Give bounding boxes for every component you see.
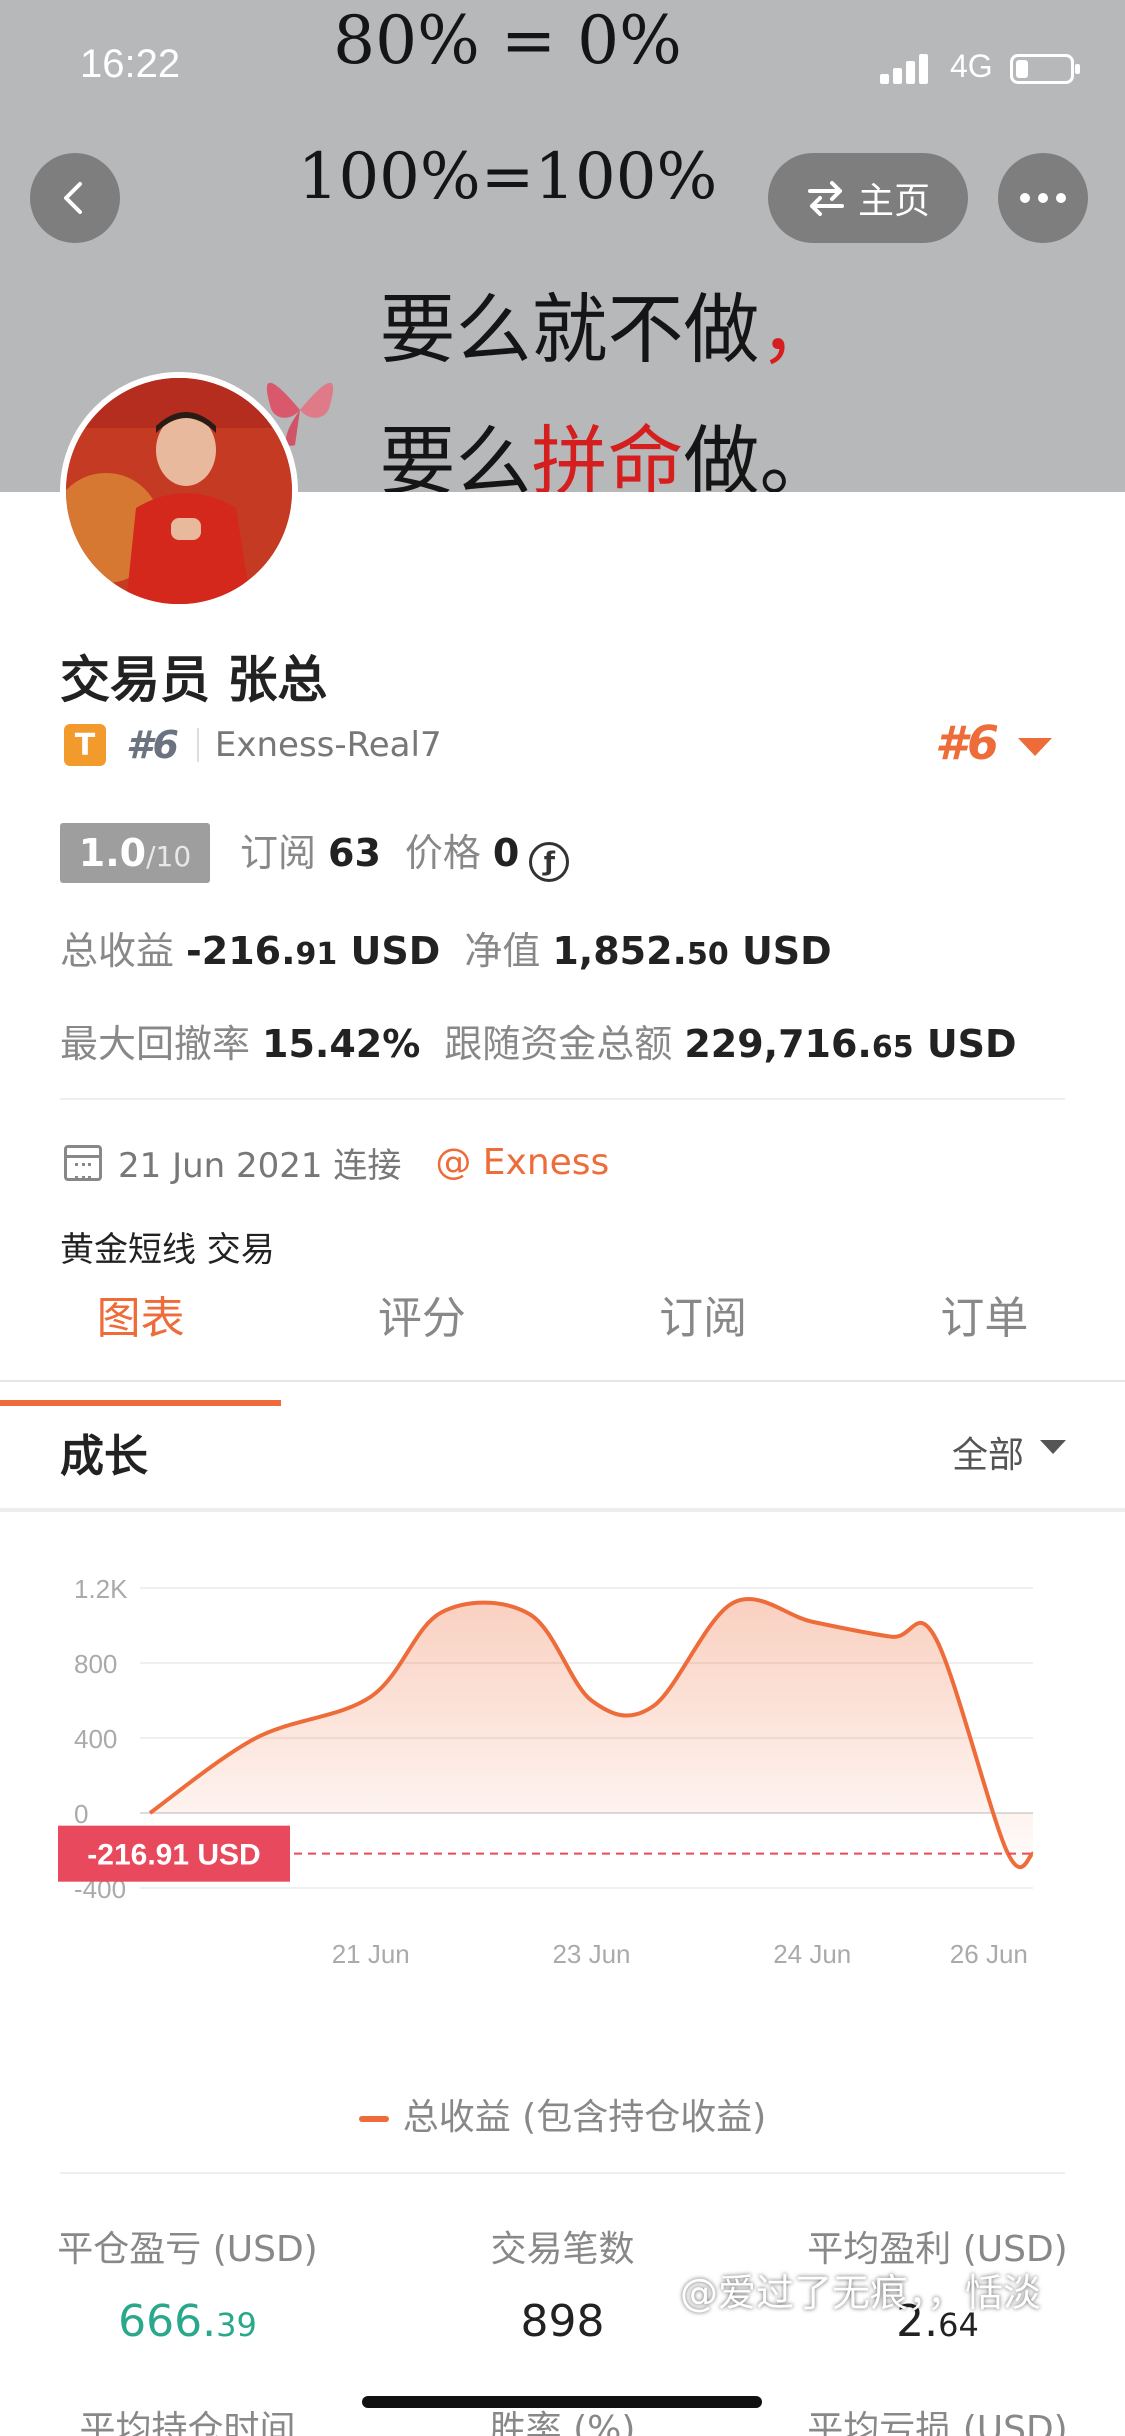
tab-chart[interactable]: 图表	[0, 1282, 282, 1406]
stats-row-score: 1.0/10 订阅 63 价格 0 ƒ	[60, 822, 570, 883]
connect-date: 21 Jun 2021 连接	[118, 1146, 402, 1186]
caret-down-icon[interactable]	[1018, 738, 1052, 756]
back-button[interactable]	[30, 153, 120, 243]
x-tick-label: 26 Jun	[950, 1939, 1028, 1969]
growth-title: 成长	[60, 1431, 148, 1482]
summary-divider	[60, 2172, 1065, 2174]
rank-label: #6	[126, 723, 179, 767]
y-tick-label: 0	[74, 1799, 88, 1829]
chevron-left-icon	[64, 182, 82, 214]
tag-divider	[196, 728, 199, 762]
coin-icon: ƒ	[529, 842, 570, 882]
connect-info: 21 Jun 2021 连接 @ Exness	[64, 1138, 609, 1187]
total-profit-unit: USD	[350, 929, 441, 973]
closed-pnl-value: 666.39	[0, 2296, 375, 2347]
more-button[interactable]	[998, 153, 1088, 243]
network-type: 4G	[950, 48, 993, 84]
price-value: 0	[492, 831, 520, 875]
follow-funds-unit: USD	[926, 1022, 1017, 1066]
growth-chart: 1.2K8004000-400-216.91 USD21 Jun 23 Jun 24…	[58, 1574, 1035, 1969]
tab-subscribe[interactable]: 订阅	[563, 1282, 844, 1380]
signal-icon	[880, 52, 936, 84]
follow-funds-main: 229,716.	[684, 1022, 872, 1066]
avatar-image	[66, 378, 292, 604]
trade-count-main: 898	[520, 2296, 605, 2347]
y-tick-label: 1.2K	[74, 1574, 128, 1604]
y-tick-label: 400	[74, 1724, 117, 1754]
total-profit-main: -216.	[186, 929, 296, 973]
follow-funds-value: 229,716.65 USD	[684, 1022, 1016, 1066]
equity-value: 1,852.50 USD	[552, 929, 831, 973]
broker-link[interactable]: @ Exness	[435, 1142, 609, 1183]
account-server: Exness-Real7	[214, 725, 442, 765]
price-label: 价格	[404, 831, 481, 875]
stats-row-profit: 总收益 -216.91 USD 净值 1,852.50 USD	[60, 920, 856, 975]
score-badge: 1.0/10	[60, 823, 210, 883]
equity-label: 净值	[464, 929, 541, 973]
tab-orders[interactable]: 订单	[844, 1282, 1125, 1380]
equity-decimals: 50	[686, 937, 729, 972]
home-button[interactable]: 主页	[768, 153, 968, 243]
avg-hold-time-label: 平均持仓时间	[79, 2409, 296, 2436]
x-tick-label: 21 Jun	[332, 1939, 410, 1969]
total-profit-decimals: 91	[295, 937, 338, 972]
equity-unit: USD	[741, 929, 832, 973]
calendar-icon	[64, 1144, 102, 1181]
status-time: 16:22	[80, 42, 181, 86]
banner-text-line4-c: 做。	[683, 417, 836, 492]
subscribe-label: 订阅	[240, 831, 317, 875]
swap-arrows-icon	[807, 181, 844, 216]
follow-funds-label: 跟随资金总额	[444, 1022, 673, 1066]
avg-loss-label: 平均亏损 (USD)	[807, 2409, 1068, 2436]
x-tick-label: 23 Jun	[552, 1939, 630, 1969]
watermark: @爱过了无痕，，恬淡	[680, 2271, 1042, 2315]
banner-text-line4-a: 要么	[379, 417, 532, 492]
battery-icon	[1010, 54, 1080, 84]
follow-funds-decimals: 65	[871, 1030, 914, 1065]
chart-legend: 总收益 (包含持仓收益)	[0, 2088, 1125, 2140]
closed-pnl: 平仓盈亏 (USD) 666.39	[0, 2220, 375, 2347]
range-filter[interactable]: 全部	[952, 1426, 1024, 1478]
avg-hold-time: 平均持仓时间	[0, 2400, 375, 2436]
banner-text-line3: 要么就不做，	[0, 268, 1125, 378]
total-profit-label: 总收益	[60, 929, 175, 973]
home-button-label: 主页	[857, 181, 930, 222]
tab-bar: 图表 评分 订阅 订单	[0, 1282, 1125, 1406]
section-divider	[0, 1508, 1125, 1512]
current-value-label: -216.91 USD	[87, 1839, 260, 1872]
x-tick-label: 24 Jun	[773, 1939, 851, 1969]
drawdown-label: 最大回撤率	[60, 1022, 251, 1066]
score-value: 1.0	[78, 831, 147, 875]
banner-text-line4-b: 拼命	[531, 417, 684, 492]
y-tick-label: 800	[74, 1649, 117, 1679]
legend-label: 总收益 (包含持仓收益)	[402, 2097, 767, 2138]
more-dots-icon	[1020, 193, 1066, 203]
trader-name: 交易员 张总	[60, 651, 328, 709]
closed-pnl-main: 666.	[118, 2296, 217, 2347]
filter-caret-icon[interactable]	[1040, 1440, 1066, 1454]
legend-swatch	[358, 2116, 389, 2122]
banner-text-line3-a: 要么就不做	[379, 285, 760, 374]
tab-rating[interactable]: 评分	[281, 1282, 562, 1380]
avg-loss: 平均亏损 (USD)	[750, 2400, 1125, 2436]
trader-tags: T #6 Exness-Real7	[64, 722, 442, 768]
score-max: /10	[146, 840, 192, 873]
trader-description: 黄金短线 交易	[60, 1230, 275, 1270]
equity-main: 1,852.	[552, 929, 687, 973]
closed-pnl-label: 平仓盈亏 (USD)	[57, 2229, 318, 2270]
home-indicator[interactable]	[362, 2396, 762, 2408]
total-profit-value: -216.91 USD	[186, 929, 440, 973]
rank-big[interactable]: #6	[935, 716, 999, 770]
profile-divider	[60, 1098, 1065, 1100]
avatar[interactable]	[60, 372, 298, 610]
subscribe-count: 63	[328, 831, 381, 875]
banner-text-line3-b: ，	[759, 285, 836, 374]
drawdown-value: 15.42%	[262, 1022, 421, 1066]
closed-pnl-decimals: 39	[216, 2306, 257, 2344]
status-bar: 16:22 4G	[0, 0, 1125, 130]
stats-row-risk: 最大回撤率 15.42% 跟随资金总额 229,716.65 USD	[60, 1013, 1017, 1068]
trader-type-badge: T	[64, 724, 106, 766]
